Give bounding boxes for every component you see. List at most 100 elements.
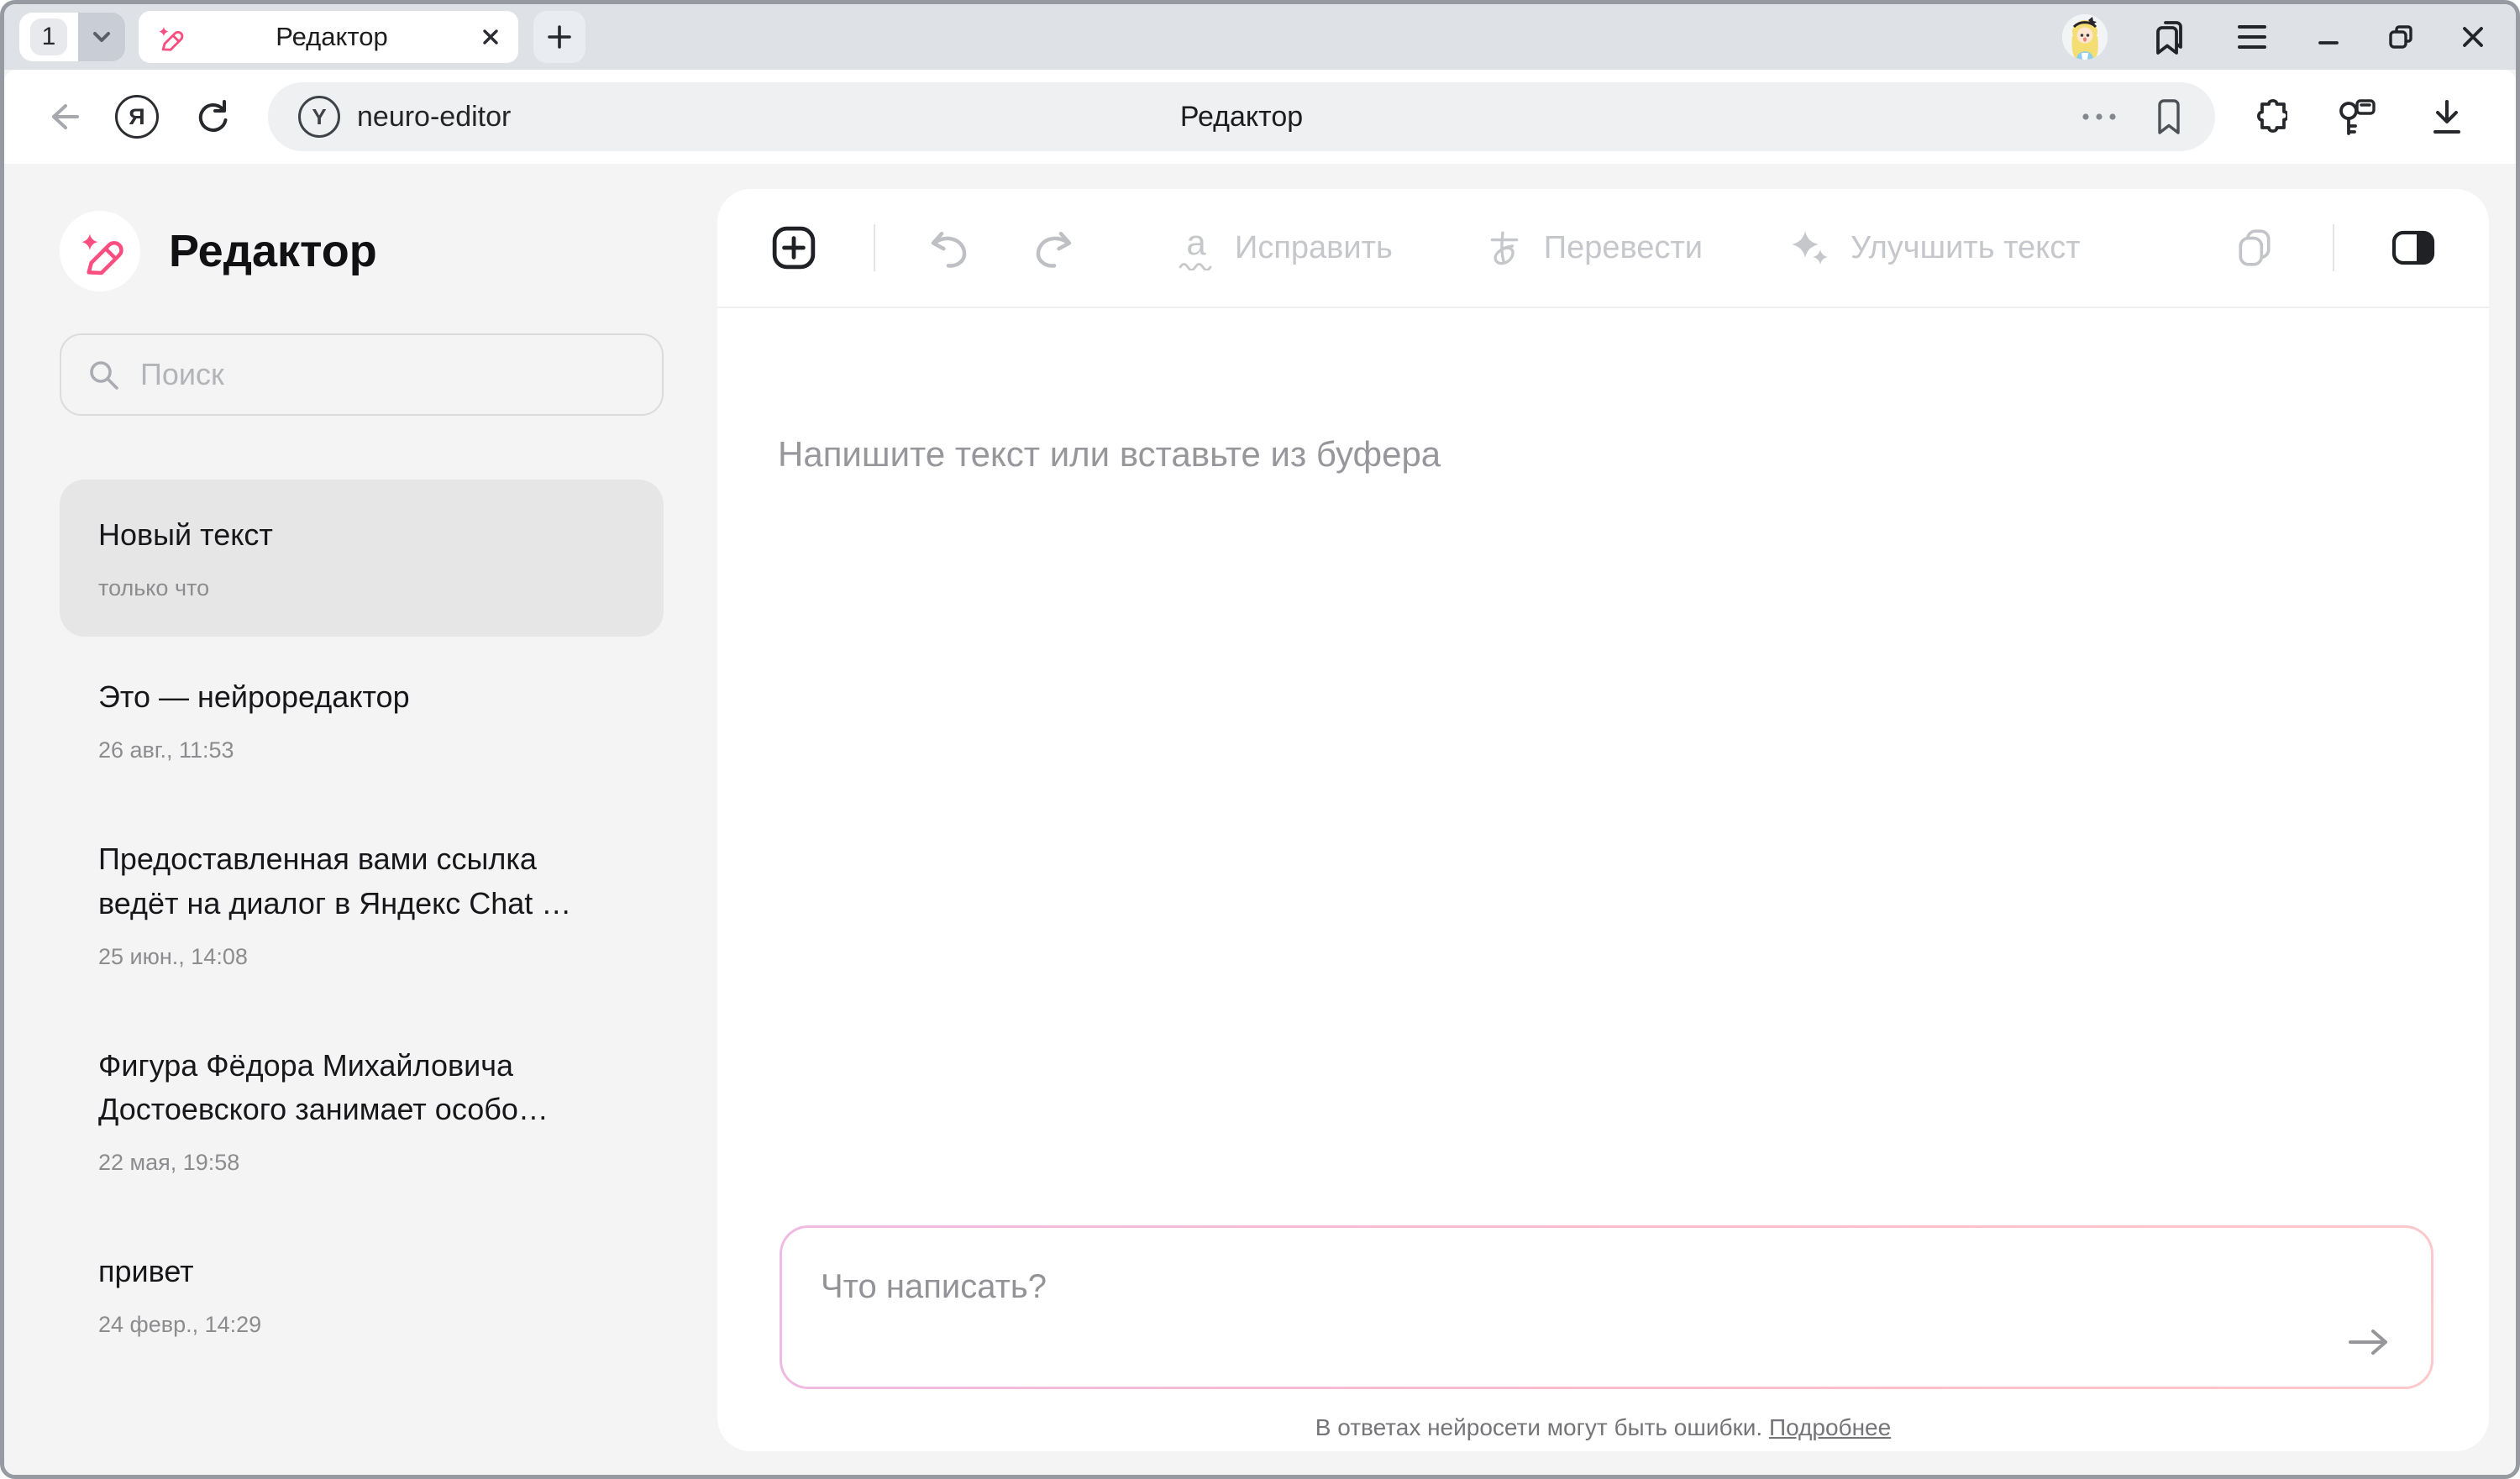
sparkles-icon xyxy=(1790,228,1830,268)
doc-date: 24 февр., 14:29 xyxy=(98,1312,625,1338)
search-box[interactable] xyxy=(60,333,664,416)
disclaimer-text: В ответах нейросети могут быть ошибки. xyxy=(1315,1414,1762,1440)
editor-placeholder: Напишите текст или вставьте из буфера xyxy=(778,434,2428,475)
tab-list-dropdown[interactable] xyxy=(78,13,125,61)
document-list: Новый текст только что Это — нейроредакт… xyxy=(60,480,664,1373)
profile-avatar[interactable] xyxy=(2062,14,2108,60)
plus-icon xyxy=(546,24,573,50)
menu-icon xyxy=(2234,21,2271,53)
close-icon xyxy=(2459,23,2487,51)
extensions-icon xyxy=(2247,97,2287,137)
yandex-home-button[interactable]: Я xyxy=(115,95,159,139)
refresh-icon xyxy=(192,97,231,136)
list-item[interactable]: Фигура Фёдора Михайловича Достоевского з… xyxy=(60,1010,664,1211)
prompt-box xyxy=(780,1225,2433,1389)
tab-title: Редактор xyxy=(184,22,480,52)
app-logo-row: Редактор xyxy=(60,211,664,291)
list-item[interactable]: Новый текст только что xyxy=(60,480,664,637)
back-button[interactable] xyxy=(43,97,83,137)
copy-button[interactable] xyxy=(2234,227,2276,269)
more-options-button[interactable] xyxy=(2081,112,2118,122)
downloads-button[interactable] xyxy=(2427,97,2467,137)
translate-label: Перевести xyxy=(1544,230,1703,266)
redo-button[interactable] xyxy=(1032,225,1077,270)
toolbar-divider xyxy=(2333,224,2334,271)
editor-toolbar: а Исправить Перевести Улучшить текст xyxy=(717,189,2489,308)
redo-icon xyxy=(1032,225,1077,270)
improve-text-button[interactable]: Улучшить текст xyxy=(1790,228,2081,268)
add-document-button[interactable] xyxy=(771,225,816,270)
list-item[interactable]: Это — нейроредактор 26 авг., 11:53 xyxy=(60,642,664,799)
restore-icon xyxy=(2386,23,2415,51)
doc-date: только что xyxy=(98,575,625,601)
minimize-button[interactable] xyxy=(2314,23,2343,51)
doc-title: привет xyxy=(98,1250,625,1293)
wand-icon xyxy=(76,227,124,275)
close-icon xyxy=(480,26,501,48)
undo-icon xyxy=(926,225,971,270)
squiggle-icon xyxy=(1178,260,1215,270)
tab-bar: 1 Редактор xyxy=(4,4,2516,70)
toolbar-divider xyxy=(874,224,875,271)
tab-count[interactable]: 1 xyxy=(19,13,78,61)
extensions-button[interactable] xyxy=(2247,97,2287,137)
address-bar[interactable]: Y neuro-editor Редактор xyxy=(268,82,2215,151)
copy-icon xyxy=(2234,227,2276,269)
url-text: neuro-editor xyxy=(357,101,511,134)
browser-toolbar: Я Y neuro-editor Редактор xyxy=(4,70,2516,164)
doc-title: Новый текст xyxy=(98,513,625,557)
layout-toggle-button[interactable] xyxy=(2390,226,2437,270)
doc-title: Предоставленная вами ссылка ведёт на диа… xyxy=(98,837,625,925)
app-title: Редактор xyxy=(169,225,377,277)
doc-date: 25 июн., 14:08 xyxy=(98,944,625,970)
tab-close-button[interactable] xyxy=(480,26,501,48)
close-window-button[interactable] xyxy=(2459,23,2487,51)
chevron-down-icon xyxy=(89,24,114,50)
editor-area[interactable]: Напишите текст или вставьте из буфера xyxy=(717,308,2489,601)
refresh-button[interactable] xyxy=(192,97,231,136)
prompt-input[interactable] xyxy=(782,1228,2431,1387)
browser-logo-icon: Y xyxy=(298,96,340,138)
list-item[interactable]: привет 24 февр., 14:29 xyxy=(60,1216,664,1373)
fix-icon: а xyxy=(1178,225,1215,270)
add-document-icon xyxy=(771,225,816,270)
list-item[interactable]: Предоставленная вами ссылка ведёт на диа… xyxy=(60,804,664,1004)
bookmarks-panel-icon xyxy=(2151,18,2190,55)
app-logo xyxy=(60,211,140,291)
tab-editor[interactable]: Редактор xyxy=(139,11,518,63)
bookmarks-panel-button[interactable] xyxy=(2151,18,2190,55)
passwords-icon xyxy=(2336,96,2378,138)
ellipsis-icon xyxy=(2081,112,2118,122)
disclaimer: В ответах нейросети могут быть ошибки. П… xyxy=(717,1414,2489,1441)
address-page-title: Редактор xyxy=(268,101,2215,134)
doc-date: 26 авг., 11:53 xyxy=(98,737,625,763)
doc-title: Фигура Фёдора Михайловича Достоевского з… xyxy=(98,1044,625,1131)
new-tab-button[interactable] xyxy=(533,11,585,63)
sidebar: Редактор Новый текст только что Это — не… xyxy=(4,164,717,1475)
tab-count-badge: 1 xyxy=(30,18,67,55)
download-icon xyxy=(2427,97,2467,137)
editor-card: а Исправить Перевести Улучшить текст xyxy=(717,189,2489,1451)
fix-text-button[interactable]: а Исправить xyxy=(1178,225,1393,270)
search-input[interactable] xyxy=(139,356,637,393)
doc-date: 22 мая, 19:58 xyxy=(98,1150,625,1176)
translate-button[interactable]: Перевести xyxy=(1485,228,1703,267)
bookmark-button[interactable] xyxy=(2153,98,2185,135)
improve-label: Улучшить текст xyxy=(1851,230,2081,266)
undo-button[interactable] xyxy=(926,225,971,270)
send-arrow-icon xyxy=(2345,1324,2392,1360)
tab-counter[interactable]: 1 xyxy=(19,13,125,61)
browser-window: 1 Редактор xyxy=(0,0,2520,1479)
avatar-image xyxy=(2062,14,2108,60)
page-content: Редактор Новый текст только что Это — не… xyxy=(4,164,2516,1475)
send-button[interactable] xyxy=(2345,1324,2392,1360)
back-arrow-icon xyxy=(43,97,83,137)
menu-button[interactable] xyxy=(2234,21,2271,53)
search-icon xyxy=(87,358,120,391)
bookmark-icon xyxy=(2153,98,2185,135)
minimize-icon xyxy=(2314,23,2343,51)
restore-button[interactable] xyxy=(2386,23,2415,51)
passwords-button[interactable] xyxy=(2336,96,2378,138)
doc-title: Это — нейроредактор xyxy=(98,675,625,719)
disclaimer-link[interactable]: Подробнее xyxy=(1769,1414,1891,1440)
